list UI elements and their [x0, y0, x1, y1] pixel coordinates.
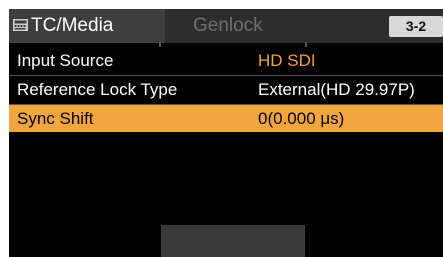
menu-row-label: Reference Lock Type: [17, 80, 178, 99]
tab-genlock[interactable]: Genlock: [193, 15, 263, 37]
page-number-badge: 3-2: [389, 16, 443, 37]
menu-row-value: HD SDI: [258, 51, 316, 70]
menu-row-input-source[interactable]: Input Source HD SDI: [9, 47, 443, 74]
menu-row-label: Sync Shift: [17, 109, 94, 128]
menu-row-label: Input Source: [17, 51, 114, 70]
tab-bar: TC/Media Genlock 3-2: [9, 9, 443, 43]
menu-row-value: External(HD 29.97P): [258, 80, 415, 99]
bottom-indicator-block: [161, 225, 305, 257]
menu-screen: TC/Media Genlock 3-2 Input Source HD SDI…: [9, 9, 443, 257]
menu-row-value: 0(0.000 μs): [258, 109, 345, 128]
tab-tc-media-label: TC/Media: [31, 15, 114, 36]
tc-media-icon: [13, 19, 28, 31]
tab-tc-media[interactable]: TC/Media: [9, 9, 165, 43]
menu-row-reference-lock-type[interactable]: Reference Lock Type External(HD 29.97P): [9, 76, 443, 103]
menu-row-sync-shift[interactable]: Sync Shift 0(0.000 μs): [9, 105, 443, 132]
